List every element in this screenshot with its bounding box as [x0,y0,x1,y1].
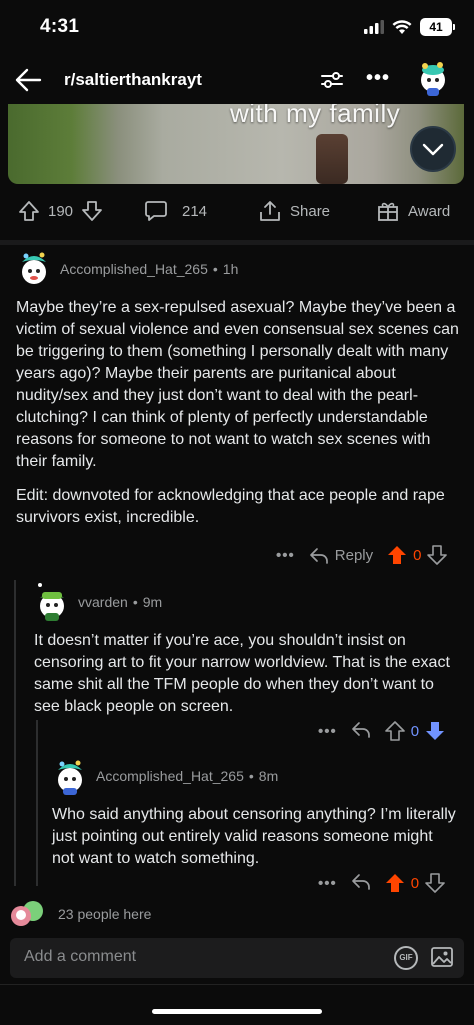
vote-group: 0 [387,545,448,565]
reply-arrow-icon [351,722,370,738]
comment-author[interactable]: Accomplished_Hat_265 [96,768,244,784]
presence-text: 23 people here [58,906,152,922]
status-bar: 4:31 41 [0,0,474,56]
post-media[interactable]: with my family [8,104,464,184]
user-avatar[interactable] [413,58,453,98]
comment-header: vvarden • 9m [34,582,454,622]
post-comments-button[interactable]: 214 [144,200,207,222]
thread-line[interactable] [36,720,38,886]
sliders-icon [321,72,343,88]
media-caption: with my family [230,104,401,128]
reply-arrow-icon [351,874,370,890]
nav-bar: r/saltierthankrayt ••• [0,56,474,104]
award-button[interactable]: Award [376,200,450,222]
comment-score: 0 [413,546,422,564]
vote-group: 0 [385,873,445,893]
gift-icon [378,202,398,221]
separator-dot: • [212,261,218,277]
comment-header: Accomplished_Hat_265 • 8m [52,756,456,796]
comment-placeholder: Add a comment [24,948,137,965]
reply-label: Reply [334,546,374,564]
upvote-filled-icon[interactable] [385,873,405,893]
comment-author[interactable]: vvarden [78,594,128,610]
status-icons: 41 [364,18,455,36]
reply-button[interactable] [351,720,371,742]
upvote-icon[interactable] [384,721,405,741]
sort-filter-button[interactable] [320,68,344,92]
downvote-icon[interactable] [427,545,448,565]
gif-button[interactable]: GIF [394,946,418,970]
collapse-media-button[interactable] [410,126,456,172]
comment-score: 0 [410,722,420,740]
comment-header: Accomplished_Hat_265 • 1h [16,250,462,288]
thread-line[interactable] [14,580,16,886]
comment-paragraph: Maybe they’re a sex-repulsed asexual? Ma… [16,299,459,470]
vote-group: 0 [384,721,445,741]
comment-actions: ••• 0 [318,872,445,894]
comment-actions: ••• Reply 0 [276,545,448,565]
section-divider [0,240,474,245]
presence-indicator: 23 people here [8,898,151,930]
image-upload-button[interactable] [430,945,454,969]
reply-button[interactable] [351,872,371,894]
comment: Accomplished_Hat_265 • 1h Maybe they’re … [16,250,462,529]
presence-avatars-icon [11,901,43,926]
upvote-filled-icon[interactable] [387,545,407,565]
downvote-icon[interactable] [81,200,103,222]
comment-time: 9m [142,594,163,610]
post-action-bar: 190 214 Share Award [0,190,474,234]
comment-paragraph: Who said anything about censoring anythi… [52,806,456,867]
reply-button[interactable]: Reply [309,546,373,564]
chevron-down-icon [422,143,444,156]
reply-arrow-icon [309,548,328,564]
comment-score: 0 [410,874,420,892]
separator-dot: • [132,594,138,610]
comment-paragraph: It doesn’t matter if you’re ace, you sho… [34,632,450,715]
snoo-avatar-icon[interactable] [34,582,70,622]
comment-more-button[interactable]: ••• [318,875,337,892]
comment-actions: ••• 0 [318,720,445,742]
snoo-avatar-icon [421,62,445,96]
subreddit-title[interactable]: r/saltierthankrayt [64,70,202,90]
media-figure [316,134,348,184]
more-options-button[interactable]: ••• [364,64,392,92]
upvote-icon[interactable] [18,200,40,222]
comment-more-button[interactable]: ••• [318,723,337,740]
comment-time: 1h [222,261,239,277]
comment-paragraph: Edit: downvoted for acknowledging that a… [16,487,445,526]
status-time: 4:31 [40,16,80,37]
award-label: Award [408,202,451,220]
post-vote-group: 190 [18,200,103,222]
post-score: 190 [48,202,74,220]
comment-time: 8m [258,768,279,784]
share-icon [260,201,280,221]
comment-body: Who said anything about censoring anythi… [52,804,456,870]
comment-input[interactable]: Add a comment GIF [10,938,464,978]
battery-icon: 41 [420,18,455,36]
comment: vvarden • 9m It doesn’t matter if you’re… [34,582,454,718]
comment: Accomplished_Hat_265 • 8m Who said anyth… [52,756,456,870]
share-label: Share [290,202,331,220]
comment-body: Maybe they’re a sex-repulsed asexual? Ma… [16,297,462,529]
comment-more-button[interactable]: ••• [276,547,295,564]
share-button[interactable]: Share [258,200,330,222]
arrow-left-icon [15,68,42,92]
image-icon [431,947,453,967]
comment-count: 214 [182,202,208,220]
separator-dot: • [248,768,254,784]
wifi-icon [392,19,412,34]
downvote-icon[interactable] [425,873,445,893]
comment-bubble-icon [145,201,167,221]
bottom-divider [0,984,474,985]
comment-author[interactable]: Accomplished_Hat_265 [60,261,208,277]
signal-icon [364,20,384,34]
snoo-avatar-icon[interactable] [52,756,88,796]
home-indicator[interactable] [152,1009,322,1014]
snoo-avatar-icon[interactable] [16,250,52,288]
back-button[interactable] [14,66,42,94]
comment-body: It doesn’t matter if you’re ace, you sho… [34,630,454,718]
downvote-filled-icon[interactable] [425,721,445,741]
